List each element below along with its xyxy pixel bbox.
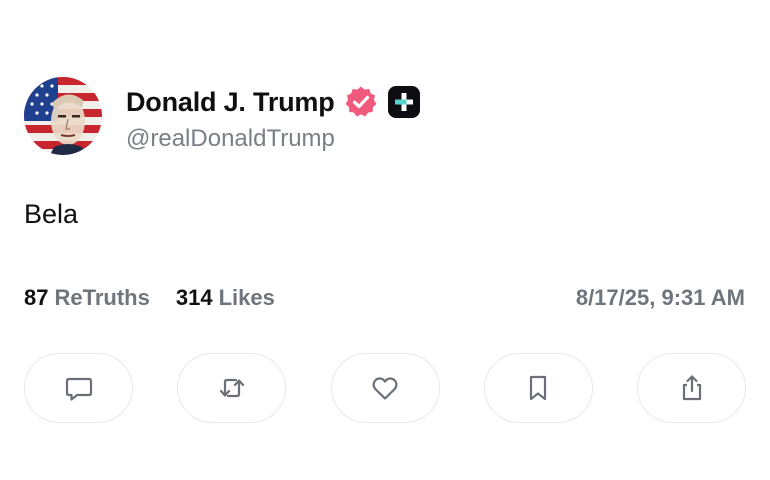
reply-button[interactable] (24, 353, 133, 423)
share-button[interactable] (637, 353, 746, 423)
post-text: Bela (24, 199, 79, 229)
truth-post: Donald J. Trump @realDonaldTrump Bela 87… (0, 0, 770, 480)
likes-count: 314 (175, 285, 213, 310)
likes-label: Likes (218, 285, 275, 310)
verified-badge-icon (344, 85, 378, 119)
retruths-stat[interactable]: 87 ReTruths (24, 285, 150, 311)
avatar[interactable] (24, 77, 102, 155)
retruth-button[interactable] (177, 353, 287, 423)
retruths-count: 87 (24, 285, 49, 310)
author-handle[interactable]: @realDonaldTrump (126, 125, 335, 153)
post-actions (24, 353, 746, 423)
bookmark-icon (530, 375, 547, 401)
post-stats: 87 ReTruths 314 Likes (24, 285, 301, 311)
like-button[interactable] (330, 353, 440, 423)
flag-portrait-avatar (24, 77, 102, 155)
retruths-label: ReTruths (54, 285, 150, 310)
truth-plus-badge-icon (387, 85, 421, 119)
retruth-icon (219, 378, 244, 398)
likes-stat[interactable]: 314 Likes (176, 285, 275, 311)
heart-icon (372, 377, 398, 400)
bookmark-button[interactable] (483, 353, 593, 423)
share-icon (682, 375, 701, 401)
author-display-name[interactable]: Donald J. Trump (126, 87, 335, 118)
comment-icon (65, 377, 92, 401)
post-timestamp: 8/17/25, 9:31 AM (575, 285, 745, 310)
author-name-row: Donald J. Trump (126, 84, 421, 120)
